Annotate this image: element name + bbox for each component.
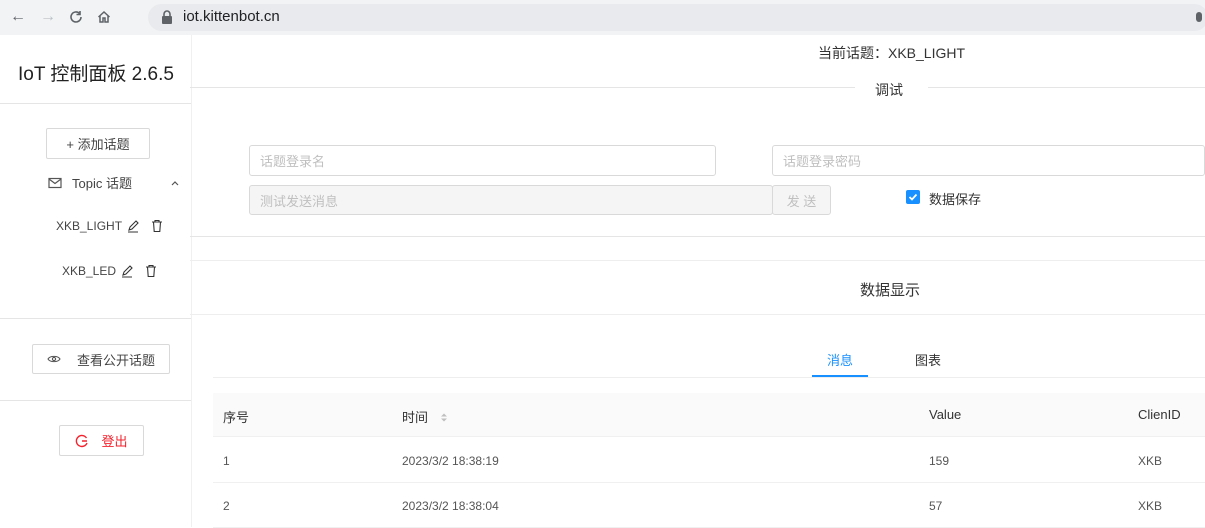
view-public-topics-button[interactable]: 查看公开话题	[32, 344, 170, 374]
cell-time: 2023/3/2 18:38:19	[402, 454, 499, 468]
home-icon[interactable]	[92, 5, 116, 29]
save-data-checkbox[interactable]	[906, 190, 920, 204]
debug-section-title: 调试	[875, 82, 903, 98]
card-border	[190, 260, 1205, 261]
tab-messages[interactable]: 消息	[827, 350, 853, 369]
divider	[0, 103, 192, 104]
cell-client: XKB	[1138, 454, 1163, 468]
tabs-border	[213, 377, 1205, 378]
cell-index: 2	[223, 499, 230, 513]
data-display-title: 数据显示	[860, 282, 921, 299]
sort-icon[interactable]	[440, 412, 448, 423]
divider	[190, 87, 855, 88]
cell-time: 2023/3/2 18:38:04	[402, 499, 499, 513]
forward-icon[interactable]: →	[36, 5, 60, 29]
current-topic: 当前话题：XKB_LIGHT	[818, 45, 966, 61]
app-title: IoT 控制面板 2.6.5	[18, 64, 174, 85]
column-header-time-label: 时间	[402, 410, 429, 425]
save-data-label[interactable]: 数据保存	[929, 189, 981, 208]
add-topic-button[interactable]: + 添加话题	[46, 128, 150, 159]
edit-icon[interactable]	[126, 219, 140, 233]
profile-icon[interactable]	[1196, 12, 1202, 22]
topic-name: XKB_LIGHT	[56, 219, 123, 233]
placeholder: 话题登录名	[260, 154, 326, 169]
public-topics-label: 查看公开话题	[77, 352, 156, 368]
topic-menu[interactable]: Topic 话题	[48, 173, 180, 192]
browser-toolbar: ← → iot.kittenbot.cn	[0, 0, 1205, 35]
column-header-value: Value	[929, 407, 962, 422]
logout-icon	[76, 434, 89, 447]
test-message-input[interactable]: 测试发送消息	[249, 185, 773, 215]
sidebar: IoT 控制面板 2.6.5 + 添加话题 Topic 话题 XKB_LIGHT…	[0, 35, 192, 527]
back-icon[interactable]: ←	[6, 5, 30, 29]
placeholder: 话题登录密码	[783, 154, 862, 169]
cell-client: XKB	[1138, 499, 1163, 513]
column-header-index: 序号	[223, 410, 250, 425]
divider	[0, 318, 192, 319]
cell-value: 57	[929, 499, 943, 513]
logout-label: 登出	[101, 434, 128, 449]
divider	[928, 87, 1205, 88]
mail-icon	[48, 177, 62, 188]
column-header-time[interactable]: 时间	[402, 407, 448, 426]
table-row: 2 2023/3/2 18:38:04 57 XKB	[213, 482, 1205, 528]
placeholder: 测试发送消息	[260, 193, 339, 209]
table-row: 1 2023/3/2 18:38:19 159 XKB	[213, 437, 1205, 483]
divider	[190, 314, 1205, 315]
topic-item-xkb-led[interactable]: XKB_LED	[62, 264, 158, 278]
url-text[interactable]: iot.kittenbot.cn	[183, 8, 280, 25]
delete-icon[interactable]	[150, 219, 164, 233]
check-icon	[908, 193, 918, 201]
topic-item-xkb-light[interactable]: XKB_LIGHT	[56, 219, 164, 233]
add-topic-label: + 添加话题	[66, 137, 130, 152]
send-button[interactable]: 发 送	[772, 185, 831, 215]
column-header-client: ClienID	[1138, 407, 1181, 422]
sidebar-border	[191, 35, 192, 527]
topic-username-input[interactable]: 话题登录名	[249, 145, 716, 176]
topic-name: XKB_LED	[62, 264, 117, 278]
address-bar[interactable]	[148, 4, 1205, 31]
eye-icon	[47, 355, 61, 363]
logout-button[interactable]: 登出	[59, 425, 144, 456]
tab-chart[interactable]: 图表	[915, 350, 941, 369]
chevron-up-icon[interactable]	[170, 179, 180, 187]
cell-value: 159	[929, 454, 950, 468]
divider	[190, 236, 1205, 237]
tab-active-indicator	[812, 375, 868, 377]
topic-password-input[interactable]: 话题登录密码	[772, 145, 1205, 176]
lock-icon	[162, 10, 172, 24]
reload-icon[interactable]	[64, 5, 88, 29]
divider	[0, 400, 192, 401]
topic-menu-label: Topic 话题	[72, 176, 132, 191]
delete-icon[interactable]	[144, 264, 158, 278]
edit-icon[interactable]	[120, 264, 134, 278]
table-header: 序号 时间 Value ClienID	[213, 393, 1205, 437]
cell-index: 1	[223, 454, 230, 468]
